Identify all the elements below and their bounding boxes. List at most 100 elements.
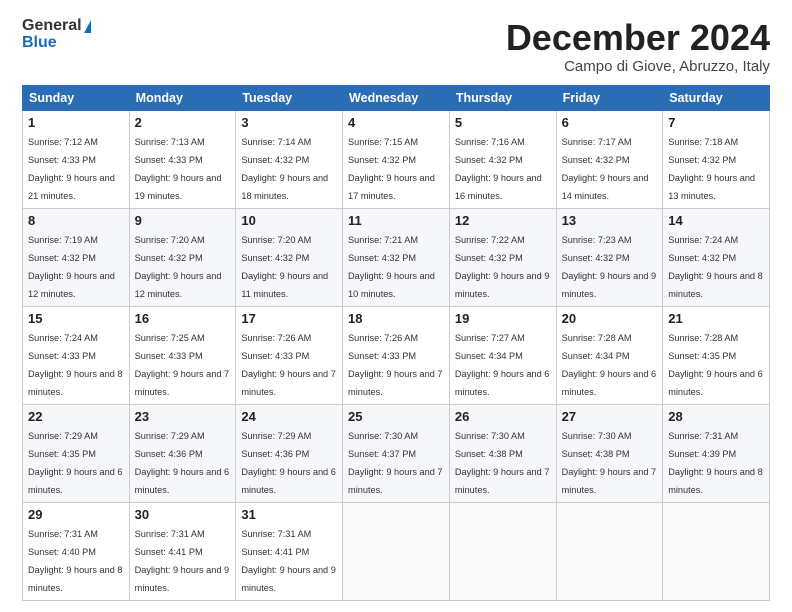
day-number: 24 — [241, 409, 337, 424]
table-row: 6 Sunrise: 7:17 AMSunset: 4:32 PMDayligh… — [556, 110, 663, 208]
day-number: 13 — [562, 213, 658, 228]
day-info: Sunrise: 7:20 AMSunset: 4:32 PMDaylight:… — [135, 235, 222, 299]
day-info: Sunrise: 7:26 AMSunset: 4:33 PMDaylight:… — [348, 333, 443, 397]
day-info: Sunrise: 7:30 AMSunset: 4:38 PMDaylight:… — [455, 431, 550, 495]
table-row: 22 Sunrise: 7:29 AMSunset: 4:35 PMDaylig… — [23, 404, 130, 502]
title-block: December 2024 Campo di Giove, Abruzzo, I… — [506, 18, 770, 75]
table-row: 1 Sunrise: 7:12 AMSunset: 4:33 PMDayligh… — [23, 110, 130, 208]
day-info: Sunrise: 7:23 AMSunset: 4:32 PMDaylight:… — [562, 235, 657, 299]
table-row: 11 Sunrise: 7:21 AMSunset: 4:32 PMDaylig… — [343, 208, 450, 306]
table-row: 24 Sunrise: 7:29 AMSunset: 4:36 PMDaylig… — [236, 404, 343, 502]
day-number: 27 — [562, 409, 658, 424]
day-header-saturday: Saturday — [663, 85, 770, 110]
day-info: Sunrise: 7:24 AMSunset: 4:32 PMDaylight:… — [668, 235, 763, 299]
table-row — [556, 502, 663, 600]
day-header-sunday: Sunday — [23, 85, 130, 110]
table-row: 27 Sunrise: 7:30 AMSunset: 4:38 PMDaylig… — [556, 404, 663, 502]
day-info: Sunrise: 7:30 AMSunset: 4:37 PMDaylight:… — [348, 431, 443, 495]
day-number: 22 — [28, 409, 124, 424]
day-header-thursday: Thursday — [449, 85, 556, 110]
day-info: Sunrise: 7:14 AMSunset: 4:32 PMDaylight:… — [241, 137, 328, 201]
day-info: Sunrise: 7:31 AMSunset: 4:40 PMDaylight:… — [28, 529, 123, 593]
table-row: 17 Sunrise: 7:26 AMSunset: 4:33 PMDaylig… — [236, 306, 343, 404]
day-info: Sunrise: 7:29 AMSunset: 4:35 PMDaylight:… — [28, 431, 123, 495]
day-number: 8 — [28, 213, 124, 228]
day-number: 19 — [455, 311, 551, 326]
day-info: Sunrise: 7:26 AMSunset: 4:33 PMDaylight:… — [241, 333, 336, 397]
table-row: 31 Sunrise: 7:31 AMSunset: 4:41 PMDaylig… — [236, 502, 343, 600]
day-number: 30 — [135, 507, 231, 522]
day-info: Sunrise: 7:27 AMSunset: 4:34 PMDaylight:… — [455, 333, 550, 397]
logo: General Blue — [22, 18, 91, 52]
day-info: Sunrise: 7:30 AMSunset: 4:38 PMDaylight:… — [562, 431, 657, 495]
day-info: Sunrise: 7:29 AMSunset: 4:36 PMDaylight:… — [241, 431, 336, 495]
day-info: Sunrise: 7:28 AMSunset: 4:35 PMDaylight:… — [668, 333, 763, 397]
day-info: Sunrise: 7:28 AMSunset: 4:34 PMDaylight:… — [562, 333, 657, 397]
day-header-monday: Monday — [129, 85, 236, 110]
calendar-week-4: 22 Sunrise: 7:29 AMSunset: 4:35 PMDaylig… — [23, 404, 770, 502]
table-row: 16 Sunrise: 7:25 AMSunset: 4:33 PMDaylig… — [129, 306, 236, 404]
table-row: 14 Sunrise: 7:24 AMSunset: 4:32 PMDaylig… — [663, 208, 770, 306]
day-number: 28 — [668, 409, 764, 424]
table-row: 23 Sunrise: 7:29 AMSunset: 4:36 PMDaylig… — [129, 404, 236, 502]
logo-icon — [84, 20, 91, 33]
table-row: 9 Sunrise: 7:20 AMSunset: 4:32 PMDayligh… — [129, 208, 236, 306]
day-number: 2 — [135, 115, 231, 130]
day-number: 14 — [668, 213, 764, 228]
day-number: 4 — [348, 115, 444, 130]
day-number: 11 — [348, 213, 444, 228]
day-number: 3 — [241, 115, 337, 130]
day-number: 17 — [241, 311, 337, 326]
days-header-row: SundayMondayTuesdayWednesdayThursdayFrid… — [23, 85, 770, 110]
day-info: Sunrise: 7:31 AMSunset: 4:41 PMDaylight:… — [241, 529, 336, 593]
day-info: Sunrise: 7:13 AMSunset: 4:33 PMDaylight:… — [135, 137, 222, 201]
logo-blue-text: Blue — [22, 34, 57, 52]
table-row: 18 Sunrise: 7:26 AMSunset: 4:33 PMDaylig… — [343, 306, 450, 404]
table-row: 3 Sunrise: 7:14 AMSunset: 4:32 PMDayligh… — [236, 110, 343, 208]
calendar: SundayMondayTuesdayWednesdayThursdayFrid… — [22, 85, 770, 601]
table-row: 21 Sunrise: 7:28 AMSunset: 4:35 PMDaylig… — [663, 306, 770, 404]
calendar-week-3: 15 Sunrise: 7:24 AMSunset: 4:33 PMDaylig… — [23, 306, 770, 404]
day-info: Sunrise: 7:20 AMSunset: 4:32 PMDaylight:… — [241, 235, 328, 299]
day-number: 29 — [28, 507, 124, 522]
table-row: 2 Sunrise: 7:13 AMSunset: 4:33 PMDayligh… — [129, 110, 236, 208]
day-number: 18 — [348, 311, 444, 326]
month-title: December 2024 — [506, 18, 770, 58]
table-row: 26 Sunrise: 7:30 AMSunset: 4:38 PMDaylig… — [449, 404, 556, 502]
day-info: Sunrise: 7:19 AMSunset: 4:32 PMDaylight:… — [28, 235, 115, 299]
day-info: Sunrise: 7:15 AMSunset: 4:32 PMDaylight:… — [348, 137, 435, 201]
day-number: 1 — [28, 115, 124, 130]
day-number: 7 — [668, 115, 764, 130]
day-info: Sunrise: 7:24 AMSunset: 4:33 PMDaylight:… — [28, 333, 123, 397]
table-row: 25 Sunrise: 7:30 AMSunset: 4:37 PMDaylig… — [343, 404, 450, 502]
calendar-week-1: 1 Sunrise: 7:12 AMSunset: 4:33 PMDayligh… — [23, 110, 770, 208]
day-info: Sunrise: 7:12 AMSunset: 4:33 PMDaylight:… — [28, 137, 115, 201]
header: General Blue December 2024 Campo di Giov… — [22, 18, 770, 75]
table-row — [449, 502, 556, 600]
table-row: 10 Sunrise: 7:20 AMSunset: 4:32 PMDaylig… — [236, 208, 343, 306]
day-number: 20 — [562, 311, 658, 326]
day-number: 10 — [241, 213, 337, 228]
day-info: Sunrise: 7:18 AMSunset: 4:32 PMDaylight:… — [668, 137, 755, 201]
day-number: 23 — [135, 409, 231, 424]
day-number: 26 — [455, 409, 551, 424]
day-number: 21 — [668, 311, 764, 326]
day-number: 12 — [455, 213, 551, 228]
day-info: Sunrise: 7:17 AMSunset: 4:32 PMDaylight:… — [562, 137, 649, 201]
table-row: 12 Sunrise: 7:22 AMSunset: 4:32 PMDaylig… — [449, 208, 556, 306]
table-row: 30 Sunrise: 7:31 AMSunset: 4:41 PMDaylig… — [129, 502, 236, 600]
day-number: 15 — [28, 311, 124, 326]
table-row: 8 Sunrise: 7:19 AMSunset: 4:32 PMDayligh… — [23, 208, 130, 306]
day-number: 6 — [562, 115, 658, 130]
day-header-friday: Friday — [556, 85, 663, 110]
calendar-week-5: 29 Sunrise: 7:31 AMSunset: 4:40 PMDaylig… — [23, 502, 770, 600]
day-info: Sunrise: 7:25 AMSunset: 4:33 PMDaylight:… — [135, 333, 230, 397]
day-info: Sunrise: 7:31 AMSunset: 4:39 PMDaylight:… — [668, 431, 763, 495]
table-row: 4 Sunrise: 7:15 AMSunset: 4:32 PMDayligh… — [343, 110, 450, 208]
day-header-wednesday: Wednesday — [343, 85, 450, 110]
table-row: 29 Sunrise: 7:31 AMSunset: 4:40 PMDaylig… — [23, 502, 130, 600]
table-row: 20 Sunrise: 7:28 AMSunset: 4:34 PMDaylig… — [556, 306, 663, 404]
table-row: 28 Sunrise: 7:31 AMSunset: 4:39 PMDaylig… — [663, 404, 770, 502]
day-info: Sunrise: 7:29 AMSunset: 4:36 PMDaylight:… — [135, 431, 230, 495]
table-row: 15 Sunrise: 7:24 AMSunset: 4:33 PMDaylig… — [23, 306, 130, 404]
